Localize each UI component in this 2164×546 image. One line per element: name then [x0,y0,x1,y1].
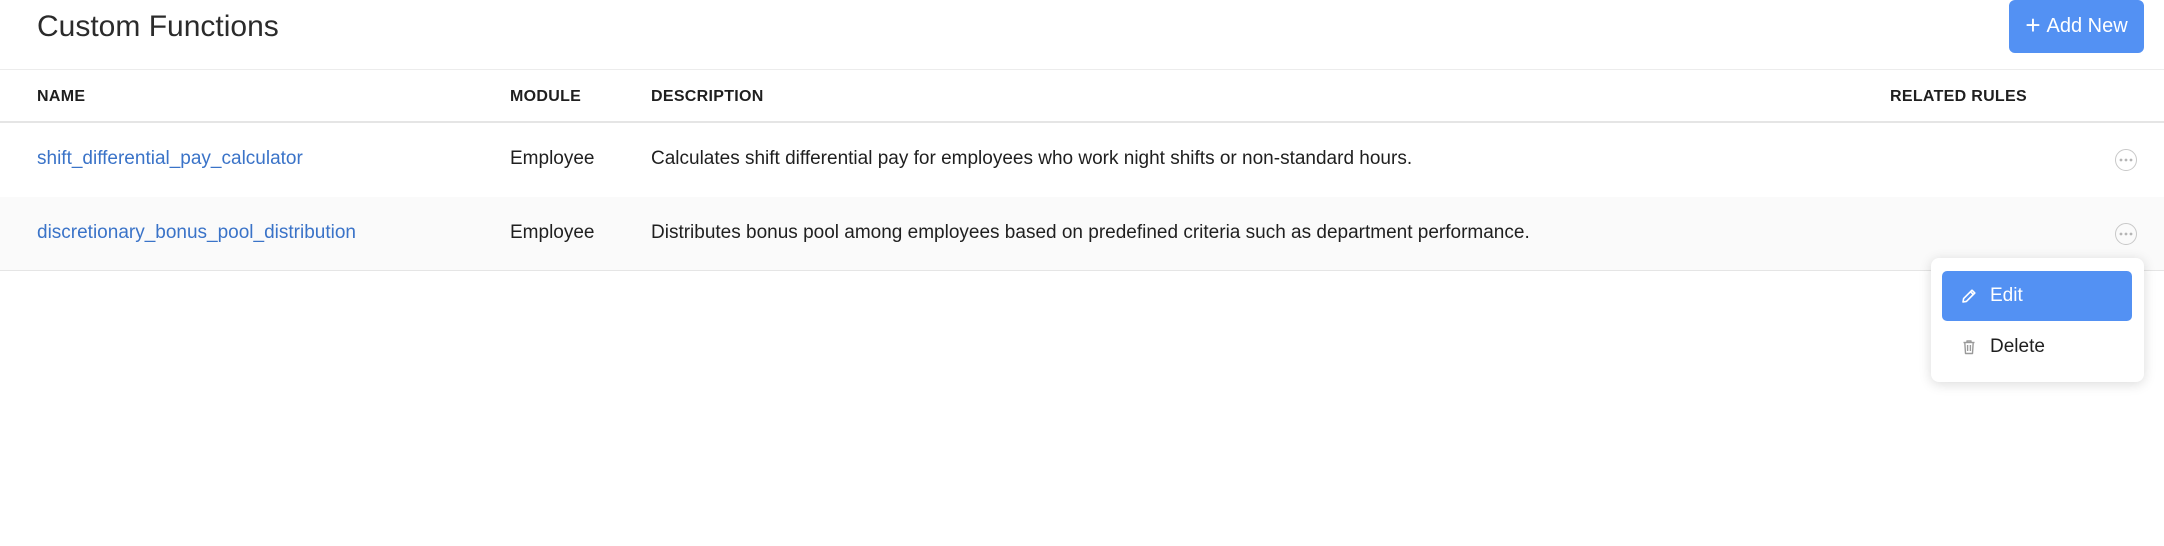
page-title: Custom Functions [37,10,279,43]
add-new-label: Add New [2046,15,2128,37]
description-cell: Distributes bonus pool among employees b… [651,222,1530,243]
more-options-button[interactable] [2115,223,2137,245]
function-name-link[interactable]: shift_differential_pay_calculator [37,148,303,170]
column-header-module[interactable]: MODULE [510,88,581,106]
column-header-related-rules[interactable]: RELATED RULES [1890,88,2027,106]
trash-icon [1963,340,1975,355]
module-cell: Employee [510,148,595,169]
ellipsis-icon [2119,232,2133,236]
row-actions-menu: Edit Delete [1931,258,2144,382]
description-cell: Calculates shift differential pay for em… [651,148,1413,169]
ellipsis-icon [2119,158,2133,162]
pencil-icon [1962,289,1976,303]
table-header: NAME MODULE DESCRIPTION RELATED RULES [0,71,2164,123]
column-header-name[interactable]: NAME [37,88,85,106]
function-name-link[interactable]: discretionary_bonus_pool_distribution [37,222,356,244]
menu-item-edit[interactable]: Edit [1942,271,2132,321]
more-options-button[interactable] [2115,149,2137,171]
column-header-description[interactable]: DESCRIPTION [651,88,764,106]
table-row: discretionary_bonus_pool_distribution Em… [0,197,2164,271]
page-header: Custom Functions + Add New [0,0,2164,70]
menu-item-delete[interactable]: Delete [1942,322,2132,372]
menu-item-edit-label: Edit [1990,285,2023,306]
module-cell: Employee [510,222,595,243]
plus-icon: + [2025,10,2041,40]
menu-item-delete-label: Delete [1990,336,2045,357]
add-new-button[interactable]: + Add New [2009,0,2144,53]
table-row: shift_differential_pay_calculator Employ… [0,123,2164,197]
